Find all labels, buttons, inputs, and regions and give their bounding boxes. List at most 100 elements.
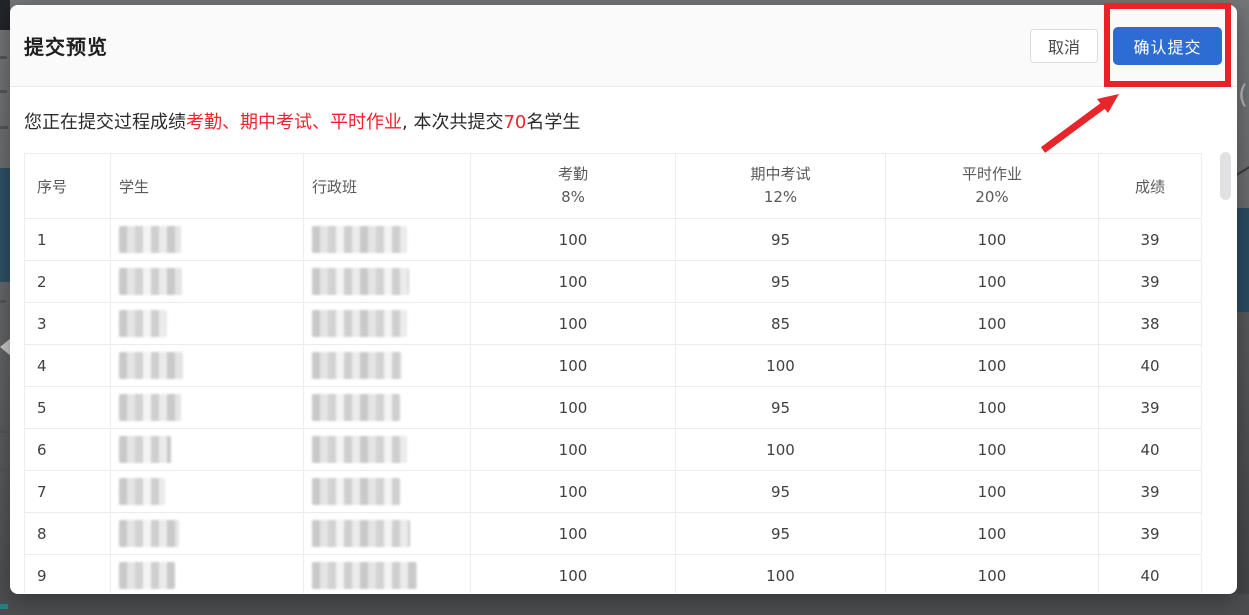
cell-class [304, 471, 471, 513]
cell-score: 38 [1099, 303, 1202, 345]
cell-attendance: 100 [471, 429, 676, 471]
cell-serial: 3 [25, 303, 111, 345]
submit-preview-dialog: 提交预览 取消 确认提交 您正在提交过程成绩考勤、期中考试、平时作业, 本次共提… [10, 5, 1237, 594]
table-row: 21009510039 [25, 261, 1202, 303]
cell-attendance: 100 [471, 303, 676, 345]
background-page-fragment [1237, 208, 1249, 312]
cell-score: 39 [1099, 513, 1202, 555]
cell-midterm: 100 [676, 555, 886, 594]
cell-score: 39 [1099, 387, 1202, 429]
dialog-body: 您正在提交过程成绩考勤、期中考试、平时作业, 本次共提交70名学生 序号 学生 … [10, 87, 1237, 593]
cell-attendance: 100 [471, 261, 676, 303]
attendance-weight: 8% [471, 186, 675, 209]
redacted-class-name [312, 478, 400, 505]
background-page-fragment [0, 468, 7, 471]
cell-attendance: 100 [471, 219, 676, 261]
cell-class [304, 387, 471, 429]
confirm-submit-button[interactable]: 确认提交 [1113, 27, 1222, 65]
table-row: 11009510039 [25, 219, 1202, 261]
cell-student [111, 471, 304, 513]
table-row: 31008510038 [25, 303, 1202, 345]
background-page-fragment [0, 90, 7, 93]
cell-midterm: 95 [676, 219, 886, 261]
column-header-serial: 序号 [25, 154, 111, 219]
cancel-button[interactable]: 取消 [1030, 29, 1098, 63]
column-header-midterm: 期中考试 12% [676, 154, 886, 219]
cell-attendance: 100 [471, 555, 676, 594]
dialog-title: 提交预览 [24, 31, 108, 60]
redacted-student-name [119, 394, 181, 421]
cell-score: 40 [1099, 555, 1202, 594]
background-page-fragment [0, 0, 10, 30]
cell-homework: 100 [886, 345, 1099, 387]
dialog-header-buttons: 取消 确认提交 [1030, 27, 1222, 65]
cell-score: 39 [1099, 471, 1202, 513]
column-header-attendance: 考勤 8% [471, 154, 676, 219]
redacted-class-name [312, 520, 410, 547]
redacted-class-name [312, 562, 417, 589]
background-page-fragment [1237, 312, 1249, 594]
dialog-header: 提交预览 取消 确认提交 [10, 5, 1237, 87]
cell-serial: 7 [25, 471, 111, 513]
cell-homework: 100 [886, 555, 1099, 594]
preview-table: 序号 学生 行政班 考勤 8% 期中考试 12% 平时作业 [24, 153, 1202, 593]
background-page-fragment [0, 168, 10, 282]
cell-student [111, 219, 304, 261]
homework-weight: 20% [886, 186, 1098, 209]
message-student-count: 70 [503, 112, 526, 133]
cell-midterm: 95 [676, 261, 886, 303]
table-scrollbar-thumb[interactable] [1220, 152, 1231, 200]
redacted-student-name [119, 310, 167, 337]
cell-serial: 5 [25, 387, 111, 429]
cell-midterm: 95 [676, 471, 886, 513]
background-page-fragment [0, 300, 6, 303]
cell-score: 40 [1099, 345, 1202, 387]
cell-homework: 100 [886, 429, 1099, 471]
cell-score: 39 [1099, 261, 1202, 303]
cell-serial: 9 [25, 555, 111, 594]
table-row: 410010010040 [25, 345, 1202, 387]
cell-class [304, 513, 471, 555]
redacted-class-name [312, 352, 402, 379]
background-page-fragment [0, 126, 8, 129]
cell-attendance: 100 [471, 387, 676, 429]
cell-score: 39 [1099, 219, 1202, 261]
message-suffix: 名学生 [526, 112, 580, 133]
message-middle: , 本次共提交 [402, 112, 503, 133]
cell-serial: 6 [25, 429, 111, 471]
background-page-fragment [0, 604, 8, 609]
cell-homework: 100 [886, 387, 1099, 429]
cell-attendance: 100 [471, 513, 676, 555]
redacted-student-name [119, 562, 175, 589]
cell-serial: 4 [25, 345, 111, 387]
redacted-student-name [119, 226, 181, 253]
cell-attendance: 100 [471, 471, 676, 513]
background-page-fragment [0, 56, 7, 59]
cell-score: 40 [1099, 429, 1202, 471]
cell-class [304, 555, 471, 594]
table-row: 51009510039 [25, 387, 1202, 429]
cell-class [304, 261, 471, 303]
column-header-student: 学生 [111, 154, 304, 219]
cell-student [111, 387, 304, 429]
submission-message: 您正在提交过程成绩考勤、期中考试、平时作业, 本次共提交70名学生 [24, 109, 1223, 137]
table-header-row: 序号 学生 行政班 考勤 8% 期中考试 12% 平时作业 [25, 154, 1202, 219]
message-prefix: 您正在提交过程成绩 [24, 112, 186, 133]
redacted-student-name [119, 520, 179, 547]
cell-serial: 2 [25, 261, 111, 303]
cell-midterm: 95 [676, 387, 886, 429]
redacted-student-name [119, 352, 183, 379]
redacted-class-name [312, 226, 407, 253]
column-header-homework: 平时作业 20% [886, 154, 1099, 219]
background-page-fragment: ( [1238, 82, 1248, 108]
redacted-class-name [312, 310, 407, 337]
message-grade-items: 考勤、期中考试、平时作业 [186, 112, 402, 133]
table-row: 910010010040 [25, 555, 1202, 594]
cell-class [304, 345, 471, 387]
background-page-fragment [0, 430, 7, 433]
cell-midterm: 95 [676, 513, 886, 555]
cell-midterm: 100 [676, 345, 886, 387]
column-header-class: 行政班 [304, 154, 471, 219]
cell-serial: 8 [25, 513, 111, 555]
cell-homework: 100 [886, 471, 1099, 513]
